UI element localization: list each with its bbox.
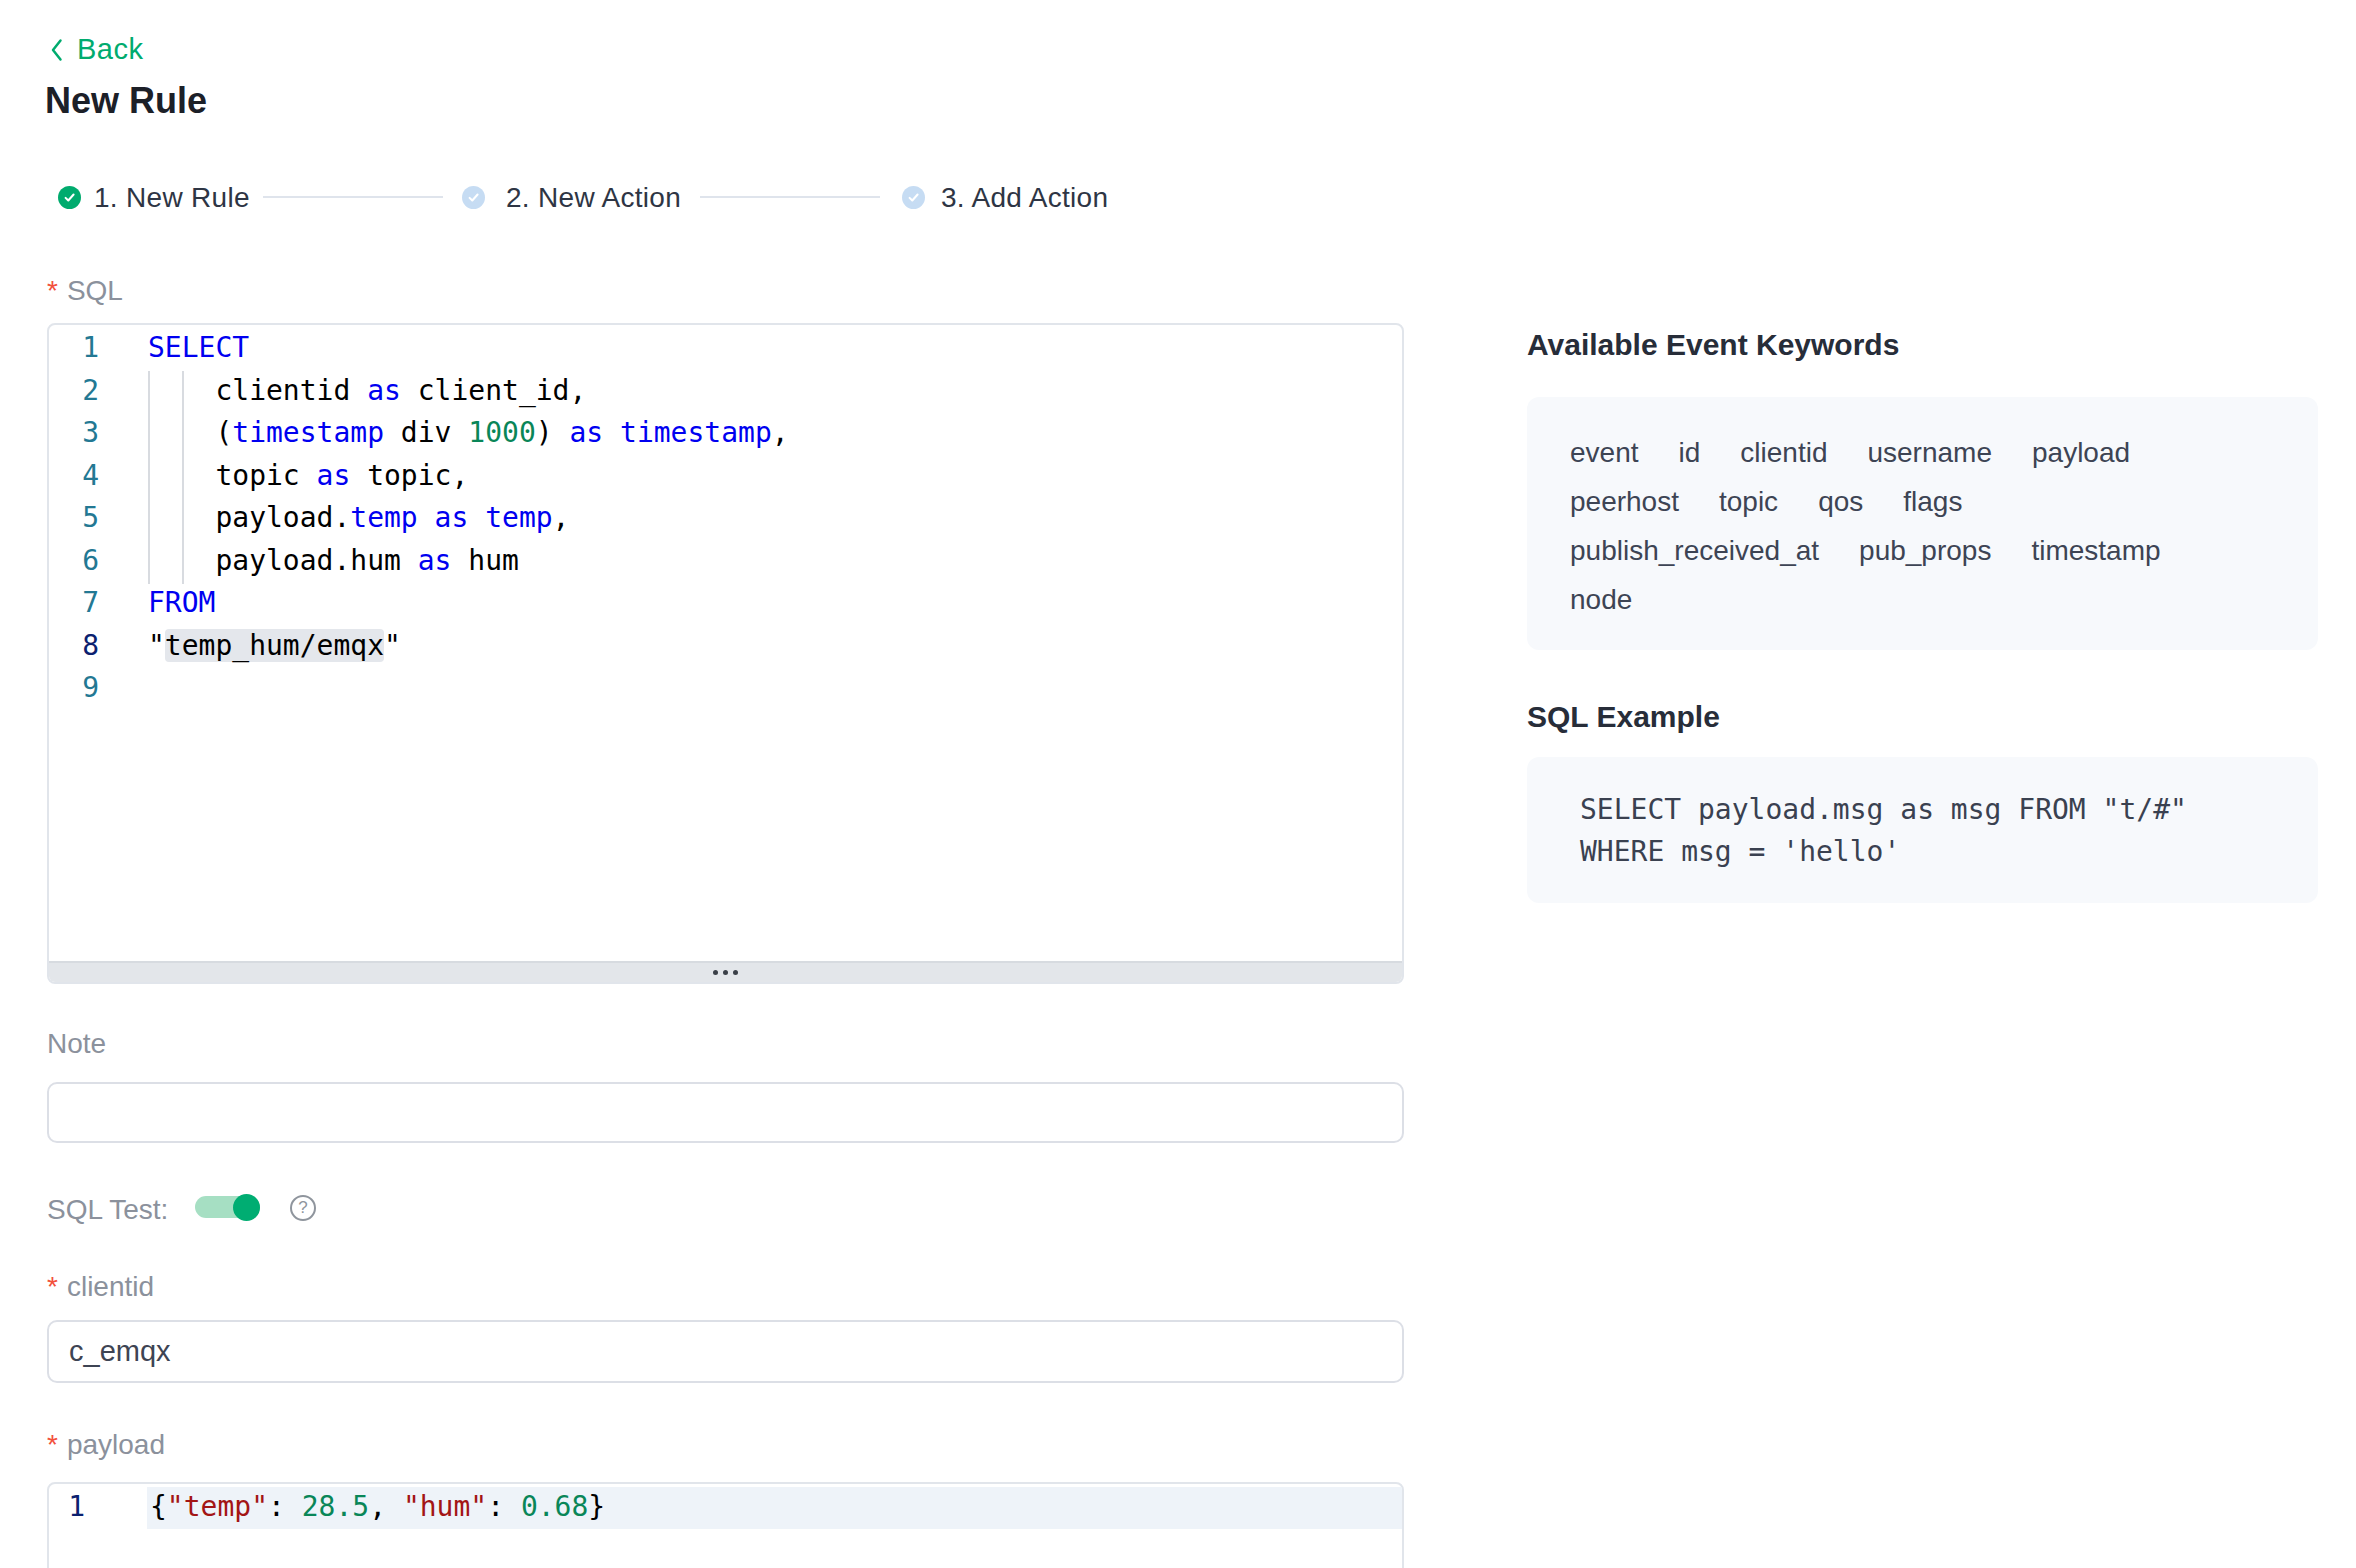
code-line: clientid as client_id,: [148, 370, 789, 413]
step-1-label: 1. New Rule: [94, 182, 250, 214]
code-line: {"temp": 28.5, "hum": 0.68}: [150, 1486, 605, 1528]
keyword: topic: [1719, 486, 1778, 517]
required-asterisk: *: [47, 277, 58, 305]
code-line: FROM: [148, 582, 789, 625]
line-number: 5: [49, 497, 99, 540]
line-number: 6: [49, 540, 99, 583]
note-field-label: Note: [47, 1030, 106, 1058]
keywords-panel-title: Available Event Keywords: [1527, 328, 1899, 362]
line-number: 8: [49, 625, 99, 668]
line-number: 3: [49, 412, 99, 455]
payload-editor[interactable]: 1 {"temp": 28.5, "hum": 0.68}: [47, 1482, 1404, 1568]
keyword: peerhost: [1570, 486, 1679, 517]
keyword: flags: [1903, 486, 1962, 517]
code-line: payload.hum as hum: [148, 540, 789, 583]
keyword: qos: [1818, 486, 1863, 517]
step-1-check-icon: [58, 186, 81, 209]
sql-example-panel: SELECT payload.msg as msg FROM "t/#"WHER…: [1527, 757, 2318, 903]
code-line: SELECT: [148, 327, 789, 370]
required-asterisk: *: [47, 1273, 58, 1301]
payload-field-label-text: payload: [67, 1431, 165, 1459]
code-line: topic as topic,: [148, 455, 789, 498]
sql-example-title: SQL Example: [1527, 700, 1720, 734]
line-number: 1: [49, 1486, 85, 1528]
keyword: timestamp: [2031, 535, 2160, 566]
step-divider-2: [700, 196, 880, 198]
required-asterisk: *: [47, 1431, 58, 1459]
keyword: payload: [2032, 437, 2130, 468]
keywords-list: event id clientid username payload peerhost to…: [1527, 397, 2318, 655]
back-label: Back: [77, 33, 143, 66]
payload-code[interactable]: {"temp": 28.5, "hum": 0.68}: [150, 1486, 605, 1528]
sql-example-code: SELECT payload.msg as msg FROM "t/#"WHER…: [1527, 757, 2318, 873]
line-number: 2: [49, 370, 99, 413]
resize-dot: [713, 970, 718, 975]
payload-field-label: * payload: [47, 1431, 165, 1459]
sql-editor-resize-handle[interactable]: [49, 961, 1402, 982]
code-line: (timestamp div 1000) as timestamp,: [148, 412, 789, 455]
note-field-label-text: Note: [47, 1030, 106, 1058]
resize-dot: [723, 970, 728, 975]
sql-field-label-text: SQL: [67, 277, 123, 305]
code-line: "temp_hum/emqx": [148, 625, 789, 668]
step-3-check-icon: [902, 186, 925, 209]
step-2-label: 2. New Action: [506, 182, 681, 214]
sql-field-label: * SQL: [47, 277, 123, 305]
clientid-value: c_emqx: [69, 1335, 171, 1368]
keyword: pub_props: [1859, 535, 1991, 566]
code-line: [148, 667, 789, 710]
keyword-row: node: [1570, 575, 2275, 624]
keyword: node: [1570, 584, 1632, 615]
sql-test-label: SQL Test:: [47, 1196, 168, 1224]
help-icon[interactable]: ?: [290, 1195, 316, 1221]
clientid-field-label-text: clientid: [67, 1273, 154, 1301]
payload-gutter: 1: [49, 1486, 85, 1528]
clientid-field-label: * clientid: [47, 1273, 154, 1301]
keyword: username: [1867, 437, 1992, 468]
note-input[interactable]: [47, 1082, 1404, 1143]
keywords-panel: event id clientid username payload peerhost to…: [1527, 397, 2318, 650]
keyword: publish_received_at: [1570, 535, 1819, 566]
line-number: 4: [49, 455, 99, 498]
help-glyph: ?: [298, 1198, 307, 1218]
keyword-row: peerhost topic qos flags: [1570, 477, 2275, 526]
resize-dot: [733, 970, 738, 975]
back-link[interactable]: Back: [45, 33, 143, 66]
keyword-row: publish_received_at pub_props timestamp: [1570, 526, 2275, 575]
page-title: New Rule: [45, 80, 207, 122]
sql-gutter: 123456789: [49, 327, 99, 710]
sql-example-line: WHERE msg = 'hello': [1580, 831, 2318, 873]
sql-test-label-text: SQL Test:: [47, 1196, 168, 1224]
sql-test-toggle-knob[interactable]: [233, 1194, 260, 1221]
sql-editor[interactable]: 123456789 SELECT clientid as client_id, …: [47, 323, 1404, 984]
line-number: 7: [49, 582, 99, 625]
keyword: event: [1570, 437, 1639, 468]
chevron-left-icon: [45, 38, 69, 62]
sql-code[interactable]: SELECT clientid as client_id, (timestamp…: [148, 327, 789, 710]
step-3-label: 3. Add Action: [941, 182, 1108, 214]
new-rule-page: { "page": { "back": "Back", "title": "Ne…: [0, 0, 2356, 1568]
step-divider-1: [263, 196, 443, 198]
sql-example-line: SELECT payload.msg as msg FROM "t/#": [1580, 789, 2318, 831]
line-number: 9: [49, 667, 99, 710]
keyword: id: [1679, 437, 1701, 468]
line-number: 1: [49, 327, 99, 370]
keyword: clientid: [1740, 437, 1827, 468]
code-line: payload.temp as temp,: [148, 497, 789, 540]
clientid-input[interactable]: c_emqx: [47, 1320, 1404, 1383]
keyword-row: event id clientid username payload: [1570, 428, 2275, 477]
step-2-check-icon: [462, 186, 485, 209]
